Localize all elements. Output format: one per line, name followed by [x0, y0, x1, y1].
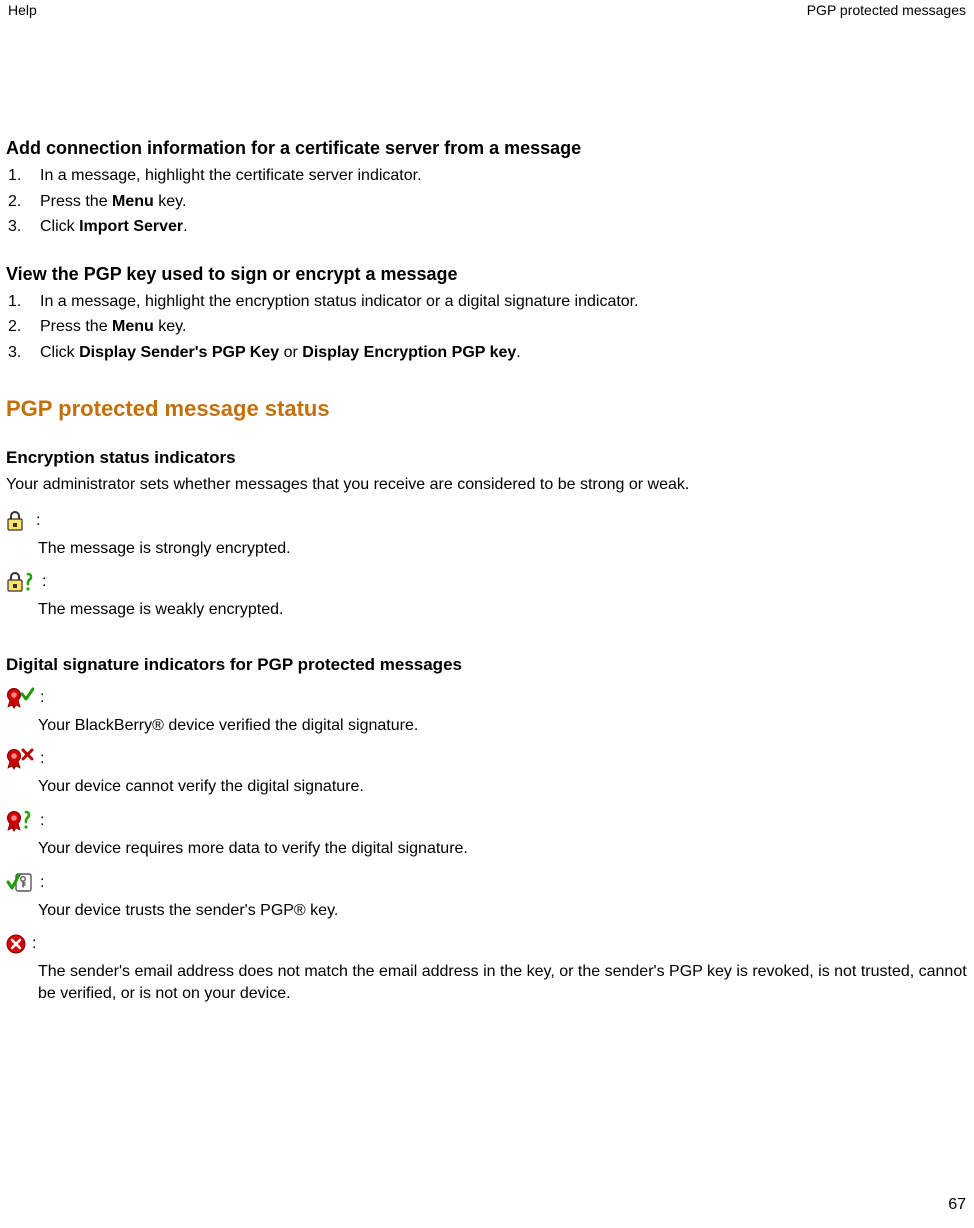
step-number: 2. [8, 316, 34, 338]
icon-colon: : [40, 872, 44, 894]
icon-description: Your device trusts the sender's PGP® key… [38, 900, 968, 922]
step-text-pre: Click [40, 218, 79, 235]
step-text-bold: Menu [112, 318, 154, 335]
step-text-mid: or [279, 344, 302, 361]
step-text-pre: In a message, highlight the encryption s… [40, 293, 639, 310]
step-text-mid: key. [154, 193, 187, 210]
page-header: Help PGP protected messages [6, 2, 968, 18]
section1-steps: 1. In a message, highlight the certifica… [6, 165, 968, 238]
icon-colon: : [42, 571, 46, 593]
icon-description: The sender's email address does not matc… [38, 961, 968, 1004]
signature-section-title: Digital signature indicators for PGP pro… [6, 655, 968, 675]
icon-description: Your device requires more data to verify… [38, 838, 968, 860]
section2-steps: 1. In a message, highlight the encryptio… [6, 291, 968, 364]
signature-item-more-data: : Your device requires more data to veri… [6, 810, 968, 860]
step-text-pre: In a message, highlight the certificate … [40, 167, 422, 184]
ribbon-question-icon [6, 810, 38, 832]
key-check-icon [6, 872, 38, 894]
step-text-post: . [516, 344, 520, 361]
icon-row: : [6, 571, 968, 593]
error-circle-x-icon [6, 933, 30, 955]
signature-item-mismatch: : The sender's email address does not ma… [6, 933, 968, 1004]
page: Help PGP protected messages Add connecti… [0, 0, 974, 1228]
section1-title: Add connection information for a certifi… [6, 138, 968, 159]
icon-row: : [6, 687, 968, 709]
signature-item-cannot-verify: : Your device cannot verify the digital … [6, 748, 968, 798]
step-number: 2. [8, 191, 34, 213]
section2-step: 1. In a message, highlight the encryptio… [6, 291, 968, 313]
signature-item-trusted-key: : Your device trusts the sender's PGP® k… [6, 872, 968, 922]
encryption-icon-list: : The message is strongly encrypted. : T… [6, 510, 968, 621]
section2-step: 2. Press the Menu key. [6, 316, 968, 338]
encryption-item-strong: : The message is strongly encrypted. [6, 510, 968, 560]
icon-row: : [6, 748, 968, 770]
step-number: 1. [8, 291, 34, 313]
lock-weak-icon [6, 571, 40, 593]
header-right: PGP protected messages [807, 2, 966, 18]
icon-description: Your BlackBerry® device verified the dig… [38, 715, 968, 737]
page-number: 67 [948, 1196, 966, 1214]
icon-colon: : [40, 687, 44, 709]
signature-icon-list: : Your BlackBerry® device verified the d… [6, 687, 968, 1005]
encryption-item-weak: : The message is weakly encrypted. [6, 571, 968, 621]
icon-description: Your device cannot verify the digital si… [38, 776, 968, 798]
step-text-pre: Press the [40, 318, 112, 335]
step-text-bold: Import Server [79, 218, 183, 235]
signature-item-verified: : Your BlackBerry® device verified the d… [6, 687, 968, 737]
icon-row: : [6, 810, 968, 832]
header-left: Help [8, 2, 37, 18]
icon-colon: : [36, 510, 40, 532]
step-number: 3. [8, 216, 34, 238]
ribbon-x-icon [6, 748, 38, 770]
step-text-bold: Menu [112, 193, 154, 210]
step-number: 1. [8, 165, 34, 187]
step-text-bold2: Display Encryption PGP key [302, 344, 516, 361]
step-number: 3. [8, 342, 34, 364]
status-heading: PGP protected message status [6, 396, 968, 422]
step-text-mid: . [183, 218, 187, 235]
icon-description: The message is weakly encrypted. [38, 599, 968, 621]
icon-colon: : [40, 810, 44, 832]
step-text-pre: Press the [40, 193, 112, 210]
icon-colon: : [40, 748, 44, 770]
step-text-mid: key. [154, 318, 187, 335]
step-text-pre: Click [40, 344, 79, 361]
icon-row: : [6, 872, 968, 894]
section1-step: 2. Press the Menu key. [6, 191, 968, 213]
icon-description: The message is strongly encrypted. [38, 538, 968, 560]
ribbon-check-icon [6, 687, 38, 709]
section2-title: View the PGP key used to sign or encrypt… [6, 264, 968, 285]
lock-strong-icon [6, 510, 34, 532]
step-text-bold: Display Sender's PGP Key [79, 344, 279, 361]
icon-colon: : [32, 933, 36, 955]
icon-row: : [6, 933, 968, 955]
section2-step: 3. Click Display Sender's PGP Key or Dis… [6, 342, 968, 364]
section1-step: 1. In a message, highlight the certifica… [6, 165, 968, 187]
encryption-section-intro: Your administrator sets whether messages… [6, 476, 968, 494]
icon-row: : [6, 510, 968, 532]
encryption-section-title: Encryption status indicators [6, 448, 968, 468]
section1-step: 3. Click Import Server. [6, 216, 968, 238]
